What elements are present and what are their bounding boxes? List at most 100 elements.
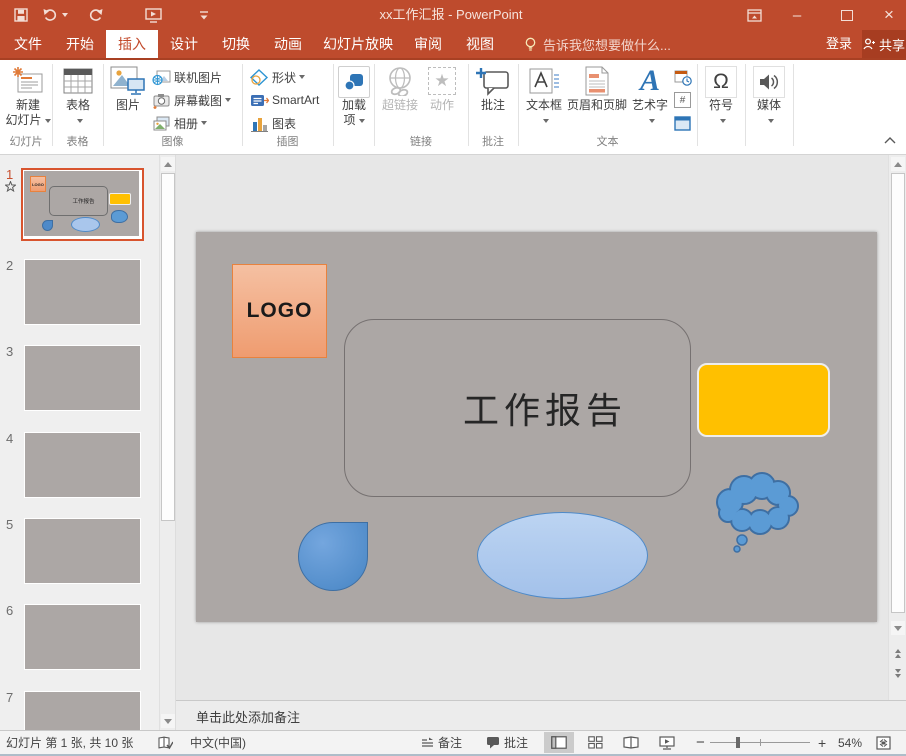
- language-button[interactable]: 中文(中国): [190, 731, 246, 754]
- new-comment-button[interactable]: 批注: [470, 62, 516, 113]
- yellow-rounded-rectangle[interactable]: [697, 363, 830, 437]
- hyperlink-button[interactable]: 超链接: [378, 62, 422, 113]
- slide-canvas[interactable]: LOGO 工作报告: [196, 232, 877, 622]
- tell-me-box[interactable]: 告诉我您想要做什么...: [524, 30, 704, 58]
- scrollbar-thumb[interactable]: [161, 173, 175, 521]
- normal-view-button[interactable]: [544, 732, 574, 753]
- scroll-up-button[interactable]: [161, 157, 175, 171]
- slide-sorter-view-button[interactable]: [580, 732, 610, 753]
- start-slideshow-button[interactable]: [138, 0, 168, 30]
- zoom-slider-thumb[interactable]: [736, 737, 740, 748]
- spell-check-button[interactable]: [158, 731, 173, 754]
- dropdown-arrow: [359, 119, 365, 123]
- object-button[interactable]: [674, 112, 696, 134]
- notes-pane[interactable]: 单击此处添加备注: [176, 700, 906, 730]
- slideshow-view-icon: [659, 736, 675, 750]
- slide-thumbnail-6[interactable]: [24, 604, 141, 670]
- tab-review[interactable]: 审阅: [402, 30, 454, 58]
- table-button[interactable]: 表格: [56, 62, 100, 128]
- slide-thumbnail-2[interactable]: [24, 259, 141, 325]
- previous-slide-button[interactable]: [891, 645, 905, 661]
- text-box-button[interactable]: 文本框: [521, 62, 567, 128]
- scroll-down-button[interactable]: [891, 621, 905, 635]
- photo-album-button[interactable]: 相册: [152, 112, 207, 134]
- slide-editor-canvas[interactable]: LOGO 工作报告: [176, 155, 888, 700]
- online-pictures-button[interactable]: 联机图片: [152, 66, 222, 88]
- comments-toggle-button[interactable]: 批注: [486, 731, 528, 754]
- zoom-slider[interactable]: [710, 731, 810, 754]
- tab-file[interactable]: 文件: [2, 30, 54, 58]
- maximize-button[interactable]: [830, 0, 864, 30]
- next-slide-button[interactable]: [891, 665, 905, 681]
- ribbon-tab-bar: 文件 开始 插入 设计 切换 动画 幻灯片放映 审阅 视图 告诉我您想要做什么.…: [0, 30, 906, 58]
- slide-sorter-icon: [588, 736, 603, 749]
- slide-thumbnail-1[interactable]: LOGO 工作报告: [21, 168, 144, 241]
- scrollbar-thumb[interactable]: [891, 173, 905, 613]
- ribbon-display-options-button[interactable]: [738, 0, 770, 30]
- close-button[interactable]: ×: [872, 0, 906, 30]
- save-button[interactable]: [8, 0, 34, 30]
- group-label-slides: 幻灯片: [0, 134, 52, 150]
- slide-number-button[interactable]: #: [674, 89, 696, 111]
- undo-button[interactable]: [40, 0, 70, 30]
- cloud-callout-shape[interactable]: [706, 460, 808, 556]
- slide-thumbnail-4[interactable]: [24, 432, 141, 498]
- smartart-button[interactable]: SmartArt: [250, 89, 319, 111]
- minimize-button[interactable]: –: [780, 0, 814, 30]
- mini-logo-shape: LOGO: [30, 176, 46, 192]
- slide-title-text: 工作报告: [463, 382, 627, 434]
- title-rounded-rectangle[interactable]: 工作报告: [344, 319, 691, 497]
- slide-thumbnail-panel: 1 LOGO 工作报告 2 3 4 5 6 7: [0, 155, 176, 730]
- shapes-button[interactable]: 形状: [250, 66, 305, 88]
- slide-thumbnail-3[interactable]: [24, 345, 141, 411]
- slide-counter[interactable]: 幻灯片 第 1 张, 共 10 张: [6, 731, 133, 754]
- date-time-button[interactable]: [674, 66, 696, 88]
- tab-design[interactable]: 设计: [158, 30, 210, 58]
- chart-button[interactable]: 图表: [250, 112, 296, 134]
- symbol-button[interactable]: Ω 符号: [699, 62, 743, 128]
- thumbnail-scrollbar[interactable]: [159, 155, 175, 730]
- ribbon: 新建 幻灯片 幻灯片 表格 表格: [0, 58, 906, 155]
- scroll-down-button[interactable]: [161, 714, 175, 728]
- dropdown-arrow: [77, 119, 83, 123]
- logo-shape[interactable]: LOGO: [232, 264, 327, 358]
- add-ins-button[interactable]: 加载 项: [335, 62, 373, 128]
- reading-view-button[interactable]: [616, 732, 646, 753]
- editor-scrollbar[interactable]: [888, 155, 906, 700]
- collapse-ribbon-button[interactable]: [884, 136, 896, 144]
- notes-toggle-button[interactable]: 备注: [421, 731, 462, 754]
- share-button[interactable]: 共享: [862, 30, 906, 58]
- scroll-up-button[interactable]: [891, 157, 905, 171]
- screenshot-button[interactable]: 屏幕截图: [152, 89, 231, 111]
- pictures-button[interactable]: 图片: [106, 62, 150, 113]
- tab-animations[interactable]: 动画: [262, 30, 314, 58]
- tab-view[interactable]: 视图: [454, 30, 506, 58]
- zoom-level[interactable]: 54%: [838, 731, 862, 754]
- hyperlink-icon: [384, 66, 416, 96]
- thumbnail-number: 4: [6, 431, 20, 446]
- action-button[interactable]: ★ 动作: [422, 62, 462, 113]
- slideshow-view-button[interactable]: [652, 732, 682, 753]
- redo-button[interactable]: [82, 0, 108, 30]
- slide-thumbnail-5[interactable]: [24, 518, 141, 584]
- ellipse-shape[interactable]: [477, 512, 648, 599]
- tab-insert[interactable]: 插入: [106, 30, 158, 58]
- fit-to-window-button[interactable]: [876, 731, 891, 754]
- undo-dropdown[interactable]: [62, 13, 68, 17]
- sign-in-link[interactable]: 登录: [826, 30, 858, 58]
- zoom-slider-track[interactable]: [710, 742, 810, 743]
- media-button[interactable]: 媒体: [747, 62, 791, 128]
- mini-title-shape: 工作报告: [49, 186, 108, 216]
- slide-thumbnail-7[interactable]: [24, 691, 141, 730]
- tab-home[interactable]: 开始: [54, 30, 106, 58]
- zoom-out-button[interactable]: −: [696, 731, 705, 754]
- wordart-button[interactable]: A 艺术字: [630, 62, 670, 128]
- teardrop-shape[interactable]: [298, 522, 368, 591]
- tab-slideshow[interactable]: 幻灯片放映: [314, 30, 402, 58]
- mini-teardrop-shape: [42, 220, 53, 231]
- customize-qat-button[interactable]: [192, 0, 216, 30]
- new-slide-button[interactable]: 新建 幻灯片: [4, 62, 52, 128]
- zoom-in-button[interactable]: +: [818, 731, 826, 754]
- tab-transitions[interactable]: 切换: [210, 30, 262, 58]
- header-footer-button[interactable]: 页眉和页脚: [566, 62, 628, 113]
